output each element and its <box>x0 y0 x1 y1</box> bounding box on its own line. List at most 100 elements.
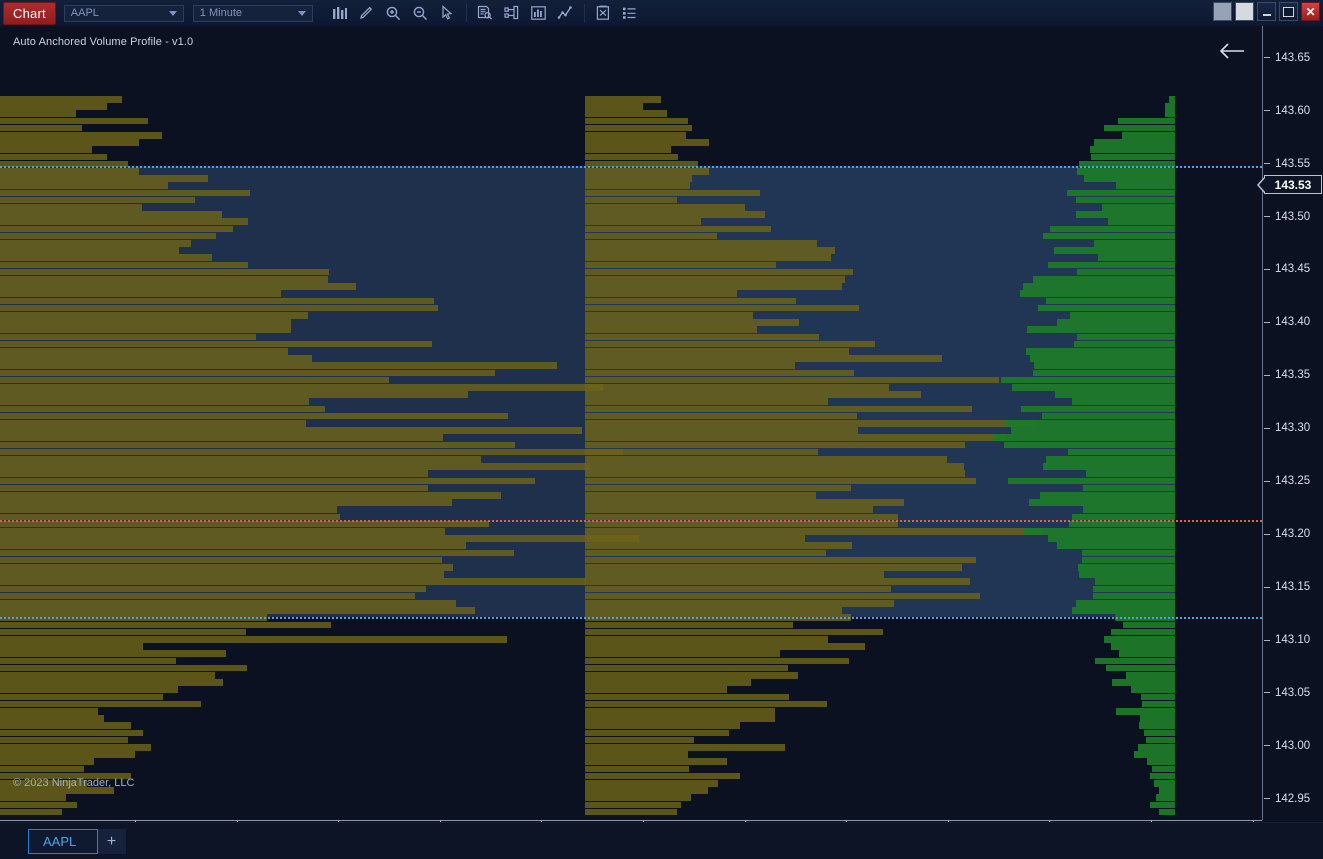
volume-profile-bar <box>1150 773 1175 780</box>
price-tick-mark <box>1264 587 1270 588</box>
list-icon[interactable] <box>617 2 643 24</box>
volume-profile-bar <box>0 679 223 686</box>
volume-profile-bar <box>1165 103 1175 110</box>
chart-canvas[interactable]: Auto Anchored Volume Profile - v1.0 © 20… <box>0 26 1262 820</box>
indicator-icon[interactable] <box>526 2 552 24</box>
volume-profile-bar <box>1112 679 1175 686</box>
volume-profile-bar <box>0 434 443 441</box>
bar-chart-icon[interactable] <box>327 2 353 24</box>
price-tick: 143.35 <box>1263 368 1323 382</box>
restore-button-1[interactable] <box>1213 2 1232 21</box>
chart-menu-button[interactable]: Chart <box>3 2 56 25</box>
volume-profile-bar <box>1142 701 1175 708</box>
volume-profile-bar <box>585 787 708 794</box>
volume-profile-bar <box>1011 427 1175 434</box>
volume-profile-bar <box>1004 442 1175 449</box>
volume-profile-bar <box>0 506 337 513</box>
volume-profile-bar <box>585 679 751 686</box>
drawing-tool-icon[interactable] <box>499 2 525 24</box>
volume-profile-bar <box>1083 485 1175 492</box>
back-arrow-icon[interactable] <box>1217 40 1247 62</box>
price-tick: 142.95 <box>1263 792 1323 806</box>
volume-profile-bar <box>0 370 495 377</box>
close-button[interactable]: ✕ <box>1301 2 1320 21</box>
volume-profile-bar <box>585 406 972 413</box>
volume-profile-bar <box>1146 737 1175 744</box>
price-tick-mark <box>1264 110 1270 111</box>
price-tick-label: 143.10 <box>1275 634 1310 646</box>
volume-profile-bar <box>1023 283 1175 290</box>
volume-profile-bar <box>1030 355 1175 362</box>
data-box-icon[interactable] <box>472 2 498 24</box>
volume-profile-bar <box>0 578 586 585</box>
volume-profile-bar <box>1067 190 1175 197</box>
volume-profile-bar <box>0 586 426 593</box>
volume-profile-bar <box>0 571 444 578</box>
volume-profile-bar <box>1156 794 1175 801</box>
cursor-icon[interactable] <box>435 2 461 24</box>
volume-profile-bar <box>585 218 701 225</box>
volume-profile-bar <box>0 449 623 456</box>
volume-profile-bar <box>585 146 671 153</box>
volume-profile-bar <box>1012 384 1175 391</box>
instrument-value: AAPL <box>71 7 169 19</box>
interval-selector[interactable]: 1 Minute <box>193 5 313 22</box>
instrument-selector[interactable]: AAPL <box>64 5 184 22</box>
volume-profile-bar <box>585 694 789 701</box>
price-tick-mark <box>1264 640 1270 641</box>
minimize-button[interactable] <box>1257 2 1276 21</box>
add-tab-button[interactable]: + <box>98 829 126 854</box>
volume-profile-bar <box>1021 406 1175 413</box>
volume-profile-bar <box>0 708 98 715</box>
volume-profile-bar <box>0 218 248 225</box>
volume-profile-bar <box>585 636 828 643</box>
price-axis[interactable]: 143.65143.60143.55143.50143.45143.40143.… <box>1262 26 1323 820</box>
volume-profile-bar <box>1078 564 1175 571</box>
pencil-icon[interactable] <box>354 2 380 24</box>
volume-profile-bar <box>585 197 677 204</box>
volume-profile-bar <box>1123 622 1175 629</box>
price-tick: 143.55 <box>1263 157 1323 171</box>
volume-profile-bar <box>0 802 77 809</box>
volume-profile-bar <box>585 334 819 341</box>
volume-profile-bar <box>1055 391 1175 398</box>
price-marker-notch <box>1257 176 1265 194</box>
volume-profile-bar <box>0 96 122 103</box>
workspace-tab-aapl[interactable]: AAPL <box>28 829 98 854</box>
volume-profile-bar <box>0 420 306 427</box>
volume-profile-bar <box>585 326 757 333</box>
price-tick-mark <box>1264 57 1270 58</box>
volume-profile-bar <box>1102 204 1175 211</box>
volume-profile-bar <box>1076 600 1175 607</box>
price-tick-label: 143.55 <box>1275 158 1310 170</box>
volume-profile-bar <box>585 211 765 218</box>
zoom-out-icon[interactable] <box>408 2 434 24</box>
volume-profile-bar <box>0 334 256 341</box>
maximize-button[interactable] <box>1279 2 1298 21</box>
volume-profile-bar <box>585 528 1042 535</box>
ninjatrader-chart-window: Chart AAPL 1 Minute <box>0 0 1323 859</box>
volume-profile-bar <box>0 348 288 355</box>
volume-profile-bar <box>585 485 851 492</box>
volume-profile-bar <box>585 449 818 456</box>
volume-profile-bar <box>585 571 884 578</box>
zoom-in-icon[interactable] <box>381 2 407 24</box>
volume-profile-bar <box>0 355 312 362</box>
volume-profile-bar <box>585 182 690 189</box>
volume-profile-bar <box>585 643 865 650</box>
price-tick-label: 143.25 <box>1275 475 1310 487</box>
restore-button-2[interactable] <box>1235 2 1254 21</box>
volume-profile-bar <box>1050 226 1175 233</box>
volume-profile-bar <box>0 715 104 722</box>
volume-profile-bar <box>585 686 727 693</box>
line-chart-icon[interactable] <box>553 2 579 24</box>
volume-profile-bar <box>0 636 507 643</box>
strategy-icon[interactable] <box>590 2 616 24</box>
volume-profile-bar <box>1033 370 1175 377</box>
volume-profile-bar <box>1095 578 1175 585</box>
top-toolbar: Chart AAPL 1 Minute <box>0 0 1323 27</box>
price-tick-mark <box>1264 269 1270 270</box>
current-price-value: 143.53 <box>1275 178 1312 192</box>
volume-profile-bar <box>1095 658 1175 665</box>
volume-profile-bar <box>1072 398 1175 405</box>
